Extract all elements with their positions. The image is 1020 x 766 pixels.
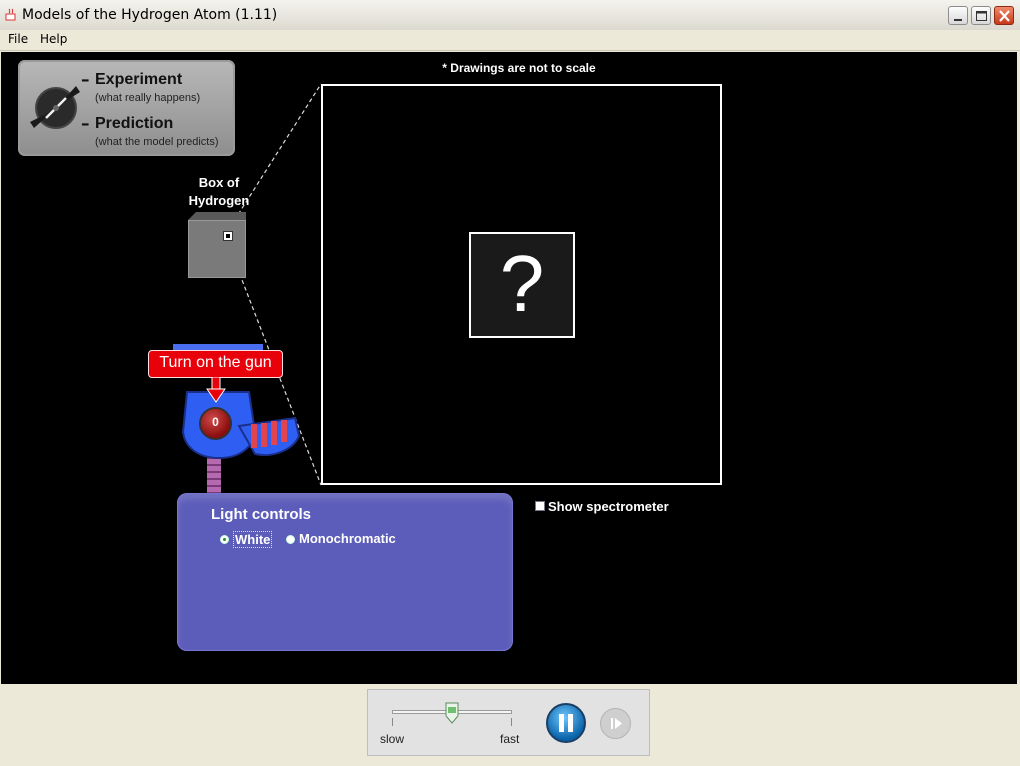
- show-spectrometer-checkbox[interactable]: [535, 501, 545, 511]
- scale-note: * Drawings are not to scale: [442, 61, 596, 75]
- experiment-subtitle: (what really happens): [95, 92, 201, 104]
- mode-dial-icon[interactable]: [28, 80, 84, 136]
- show-spectrometer-label[interactable]: Show spectrometer: [548, 499, 669, 514]
- simulation-canvas: – Experiment (what really happens) – Pre…: [1, 52, 1017, 684]
- maximize-button[interactable]: [971, 6, 991, 25]
- speed-tick-fast: [511, 718, 512, 726]
- java-app-icon: [5, 8, 16, 21]
- maximize-icon: [976, 11, 987, 21]
- pause-button[interactable]: [546, 703, 586, 743]
- menu-bar: File Help: [0, 30, 1020, 51]
- title-bar[interactable]: Models of the Hydrogen Atom (1.11): [0, 0, 1020, 31]
- experiment-label[interactable]: Experiment: [95, 71, 182, 89]
- zoom-region-marker: [223, 231, 233, 241]
- speed-tick-slow: [392, 718, 393, 726]
- speed-slider-thumb[interactable]: [445, 702, 459, 724]
- tooltip-text: Turn on the gun: [159, 354, 272, 371]
- box-label-line1: Box of: [198, 175, 240, 190]
- white-radio[interactable]: [220, 535, 229, 544]
- prediction-label[interactable]: Prediction: [95, 115, 173, 133]
- speed-slow-label: slow: [380, 732, 405, 746]
- question-mark: ?: [499, 239, 545, 328]
- atom-zoom-view: ?: [321, 84, 722, 485]
- menu-help[interactable]: Help: [40, 32, 67, 46]
- close-button[interactable]: [994, 6, 1014, 25]
- arrow-down-icon: [206, 377, 226, 403]
- speed-fast-label: fast: [500, 732, 520, 746]
- step-button[interactable]: [600, 708, 631, 739]
- close-icon: [999, 10, 1010, 22]
- menu-file[interactable]: File: [8, 32, 28, 46]
- pause-icon: [559, 714, 573, 732]
- turn-on-gun-tooltip: Turn on the gun: [148, 350, 283, 378]
- light-controls-panel: Light controls White Monochromatic: [177, 493, 513, 651]
- box-label-line2: Hydrogen: [188, 193, 250, 208]
- minimize-button[interactable]: [948, 6, 968, 25]
- unknown-atom-box: ?: [469, 232, 575, 338]
- gun-power-button[interactable]: 0: [199, 407, 232, 440]
- monochromatic-radio-label[interactable]: Monochromatic: [299, 531, 396, 546]
- clock-controls: slow fast: [367, 689, 650, 756]
- experiment-dash: –: [81, 70, 90, 90]
- gun-button-label: 0: [212, 415, 219, 429]
- white-radio-label[interactable]: White: [233, 531, 273, 548]
- hydrogen-box: [188, 220, 246, 278]
- prediction-subtitle: (what the model predicts): [95, 136, 219, 148]
- box-of-hydrogen-label: Box of Hydrogen: [177, 174, 261, 210]
- prediction-dash: –: [81, 114, 90, 134]
- light-controls-title: Light controls: [211, 506, 311, 523]
- mode-switch-panel[interactable]: – Experiment (what really happens) – Pre…: [18, 60, 235, 156]
- application-window: Models of the Hydrogen Atom (1.11) File …: [0, 0, 1020, 766]
- step-forward-icon: [611, 718, 622, 729]
- monochromatic-radio[interactable]: [286, 535, 295, 544]
- window-title: Models of the Hydrogen Atom (1.11): [22, 7, 278, 23]
- minimize-icon: [954, 19, 962, 21]
